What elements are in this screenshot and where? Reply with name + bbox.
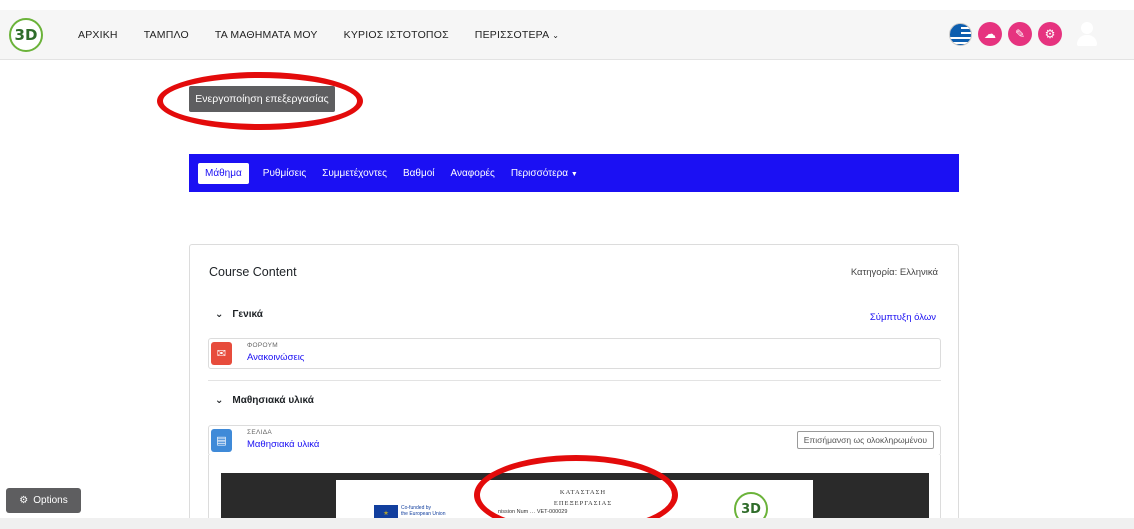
page: 3D ΑΡΧΙΚΗ ΤΑΜΠΛΟ ΤΑ ΜΑΘΗΜΑΤΑ ΜΟΥ ΚΥΡΙΟΣ … <box>0 0 1134 529</box>
user-avatar-icon[interactable] <box>1074 21 1100 47</box>
greek-flag-icon[interactable] <box>949 22 972 46</box>
document-title: ΚΑΤΑΣΤΑΣΗ ΕΠΕΞΕΡΓΑΣΙΑΣ <box>543 487 623 509</box>
tab-participants[interactable]: Συμμετέχοντες <box>322 163 387 184</box>
cloud-icon[interactable]: ☁ <box>978 22 1002 46</box>
options-label: Options <box>33 495 68 506</box>
bottom-bar <box>0 518 1134 529</box>
eu-text-line: the European Union <box>401 511 446 517</box>
tab-course[interactable]: Μάθημα <box>198 162 249 184</box>
tab-settings[interactable]: Ρυθμίσεις <box>263 163 306 184</box>
document-subtitle-end: VET-000029 <box>536 509 568 515</box>
document-subtitle: nission Num … VET-000029 <box>498 509 568 515</box>
course-secondary-nav: Μάθημα Ρυθμίσεις Συμμετέχοντες Βαθμοί Αν… <box>189 154 959 192</box>
tab-more[interactable]: Περισσότερα ▼ <box>511 163 578 184</box>
collapse-all-link[interactable]: Σύμπτυξη όλων <box>870 312 936 323</box>
activity-link[interactable]: Μαθησιακά υλικά <box>247 439 319 450</box>
nav-item-main-site[interactable]: ΚΥΡΙΟΣ ΙΣΤΟΤΟΠΟΣ <box>344 29 449 41</box>
activity-page[interactable]: ▤ ΣΕΛΙΔΑ Μαθησιακά υλικά Επισήμανση ως ο… <box>208 425 941 456</box>
nav-item-home[interactable]: ΑΡΧΙΚΗ <box>78 29 118 41</box>
tab-grades[interactable]: Βαθμοί <box>403 163 435 184</box>
nav-item-my-courses[interactable]: ΤΑ ΜΑΘΗΜΑΤΑ ΜΟΥ <box>215 29 318 41</box>
section-header-general[interactable]: ⌄ Γενικά <box>215 309 263 320</box>
tab-more-label: Περισσότερα <box>510 167 569 179</box>
navbar-right: ☁ ✎ ⚙ <box>949 21 1100 47</box>
section-title: Γενικά <box>232 309 263 320</box>
forum-icon: ✉ <box>211 342 232 365</box>
nav-item-more-label: ΠΕΡΙΣΣΟΤΕΡΑ <box>474 29 550 41</box>
logo-text: 3D <box>14 26 38 44</box>
chevron-down-icon: ⌄ <box>215 309 224 320</box>
gear-icon: ⚙ <box>19 495 29 506</box>
activity-forum[interactable]: ✉ ΦΟΡΟΥΜ Ανακοινώσεις <box>208 338 941 369</box>
tab-reports[interactable]: Αναφορές <box>451 163 495 184</box>
site-logo[interactable]: 3D <box>9 18 43 52</box>
section-title: Μαθησιακά υλικά <box>232 395 314 406</box>
nav-item-dashboard[interactable]: ΤΑΜΠΛΟ <box>144 29 189 41</box>
page-icon: ▤ <box>211 429 232 452</box>
document-title-line: ΕΠΕΞΕΡΓΑΣΙΑΣ <box>553 500 613 507</box>
document-subtitle-start: nission Num <box>498 509 529 515</box>
chat-icon[interactable]: ✎ <box>1008 22 1032 46</box>
mark-as-done-button[interactable]: Επισήμανση ως ολοκληρωμένου <box>796 431 934 449</box>
course-content-card: Course Content Κατηγορία: Ελληνικά ⌄ Γεν… <box>189 244 959 529</box>
gear-icon[interactable]: ⚙ <box>1038 22 1062 46</box>
course-content-title: Course Content <box>209 265 297 279</box>
main-menu: ΑΡΧΙΚΗ ΤΑΜΠΛΟ ΤΑ ΜΑΘΗΜΑΤΑ ΜΟΥ ΚΥΡΙΟΣ ΙΣΤ… <box>78 10 585 60</box>
nav-item-more[interactable]: ΠΕΡΙΣΣΟΤΕΡΑ ⌄ <box>475 29 559 41</box>
document-title-line: ΚΑΤΑΣΤΑΣΗ <box>559 489 607 496</box>
section-divider <box>208 380 941 381</box>
activity-link[interactable]: Ανακοινώσεις <box>247 352 304 363</box>
activity-type: ΣΕΛΙΔΑ <box>247 429 272 436</box>
section-header-learning-materials[interactable]: ⌄ Μαθησιακά υλικά <box>215 395 314 406</box>
eu-funding-text: Co-funded by the European Union <box>401 505 445 517</box>
chevron-down-icon: ⌄ <box>552 31 560 40</box>
course-category: Κατηγορία: Ελληνικά <box>850 267 938 278</box>
chevron-down-icon: ▼ <box>570 170 578 178</box>
enable-editing-button[interactable]: Ενεργοποίηση επεξεργασίας <box>189 86 335 112</box>
activity-type: ΦΟΡΟΥΜ <box>247 342 278 349</box>
options-button[interactable]: ⚙ Options <box>6 488 81 513</box>
document-logo-text: 3D <box>741 501 761 517</box>
chevron-down-icon: ⌄ <box>215 395 224 406</box>
top-navbar: 3D ΑΡΧΙΚΗ ΤΑΜΠΛΟ ΤΑ ΜΑΘΗΜΑΤΑ ΜΟΥ ΚΥΡΙΟΣ … <box>0 10 1134 60</box>
